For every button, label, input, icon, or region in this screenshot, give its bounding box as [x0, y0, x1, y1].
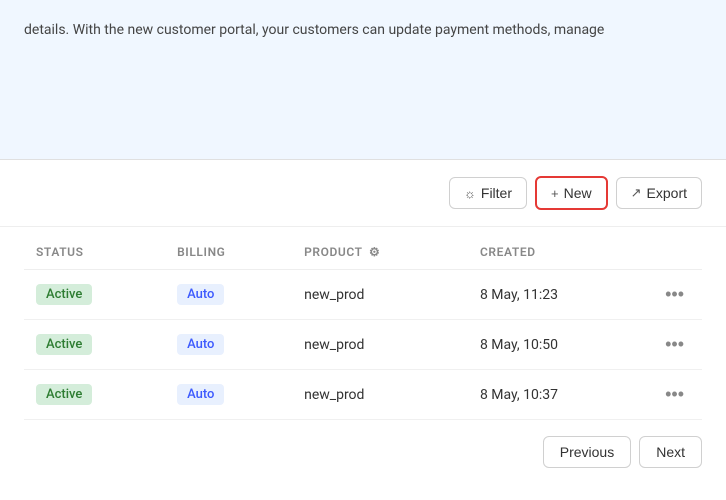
cell-actions-0: •••: [647, 270, 702, 320]
export-button[interactable]: ↗ Export: [616, 177, 702, 209]
plus-icon: +: [551, 186, 559, 201]
cell-created-2: 8 May, 10:37: [468, 370, 647, 420]
billing-badge: Auto: [177, 384, 224, 405]
cell-status-0: Active: [24, 270, 165, 320]
cell-product-1: new_prod: [292, 320, 468, 370]
col-header-status: STATUS: [24, 235, 165, 270]
cell-status-1: Active: [24, 320, 165, 370]
banner: details. With the new customer portal, y…: [0, 0, 726, 160]
pagination: Previous Next: [0, 420, 726, 484]
table-header-row: STATUS BILLING PRODUCT ⚙ CREATED: [24, 235, 702, 270]
row-menu-button-2[interactable]: •••: [659, 382, 690, 407]
next-button[interactable]: Next: [639, 436, 702, 468]
new-label: New: [564, 185, 592, 201]
col-header-billing: BILLING: [165, 235, 292, 270]
export-icon: ↗: [631, 185, 642, 201]
table-row: Active Auto new_prod 8 May, 10:37 •••: [24, 370, 702, 420]
row-menu-button-0[interactable]: •••: [659, 282, 690, 307]
gear-icon[interactable]: ⚙: [369, 245, 380, 259]
table-row: Active Auto new_prod 8 May, 10:50 •••: [24, 320, 702, 370]
status-badge: Active: [36, 384, 92, 405]
filter-icon: ☼: [464, 186, 476, 201]
subscriptions-table: STATUS BILLING PRODUCT ⚙ CREATED Active …: [24, 235, 702, 420]
billing-badge: Auto: [177, 334, 224, 355]
col-header-product: PRODUCT ⚙: [292, 235, 468, 270]
previous-button[interactable]: Previous: [543, 436, 631, 468]
filter-label: Filter: [481, 185, 512, 201]
cell-status-2: Active: [24, 370, 165, 420]
cell-actions-2: •••: [647, 370, 702, 420]
cell-product-2: new_prod: [292, 370, 468, 420]
cell-actions-1: •••: [647, 320, 702, 370]
toolbar: ☼ Filter + New ↗ Export: [0, 160, 726, 227]
status-badge: Active: [36, 284, 92, 305]
billing-badge: Auto: [177, 284, 224, 305]
col-header-created: CREATED: [468, 235, 647, 270]
cell-created-1: 8 May, 10:50: [468, 320, 647, 370]
filter-button[interactable]: ☼ Filter: [449, 177, 527, 209]
col-header-actions: [647, 235, 702, 270]
cell-billing-2: Auto: [165, 370, 292, 420]
cell-created-0: 8 May, 11:23: [468, 270, 647, 320]
cell-product-0: new_prod: [292, 270, 468, 320]
new-button[interactable]: + New: [535, 176, 608, 210]
row-menu-button-1[interactable]: •••: [659, 332, 690, 357]
table-container: STATUS BILLING PRODUCT ⚙ CREATED Active …: [0, 235, 726, 420]
export-label: Export: [647, 185, 687, 201]
banner-text: details. With the new customer portal, y…: [24, 20, 702, 41]
cell-billing-0: Auto: [165, 270, 292, 320]
status-badge: Active: [36, 334, 92, 355]
main-content: ☼ Filter + New ↗ Export STATUS BILLING P…: [0, 160, 726, 484]
table-row: Active Auto new_prod 8 May, 11:23 •••: [24, 270, 702, 320]
cell-billing-1: Auto: [165, 320, 292, 370]
